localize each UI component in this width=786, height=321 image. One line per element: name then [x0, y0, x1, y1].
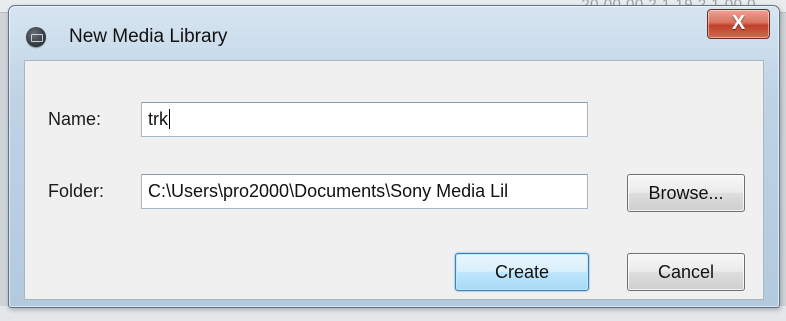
media-library-icon: [26, 27, 46, 47]
folder-label: Folder:: [48, 181, 105, 201]
close-button[interactable]: X: [707, 9, 770, 39]
new-media-library-dialog: New Media Library X Name: trk Folder: C:…: [8, 5, 780, 308]
browse-button[interactable]: Browse...: [627, 174, 745, 212]
folder-input-value: C:\Users\pro2000\Documents\Sony Media Li…: [148, 181, 509, 201]
folder-input[interactable]: C:\Users\pro2000\Documents\Sony Media Li…: [141, 174, 588, 209]
title-bar[interactable]: New Media Library X: [9, 6, 779, 59]
create-button[interactable]: Create: [455, 253, 589, 291]
name-input[interactable]: trk: [141, 102, 588, 137]
dialog-content: Name: trk Folder: C:\Users\pro2000\Docum…: [24, 60, 764, 300]
name-input-value: trk: [148, 109, 168, 129]
background-window-bottom: [0, 306, 786, 321]
dialog-title: New Media Library: [69, 26, 228, 47]
text-caret: [169, 109, 170, 129]
cancel-button[interactable]: Cancel: [627, 253, 745, 291]
name-label: Name:: [48, 109, 102, 129]
